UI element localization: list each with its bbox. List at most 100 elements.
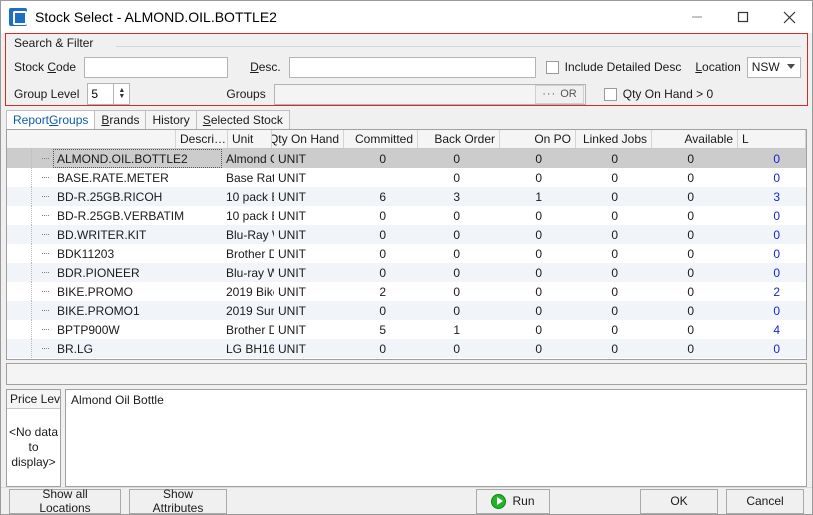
grid-col-on-po[interactable]: On PO xyxy=(500,130,576,148)
cell-com: 0 xyxy=(390,263,464,282)
row-tree-indent xyxy=(7,206,53,225)
cell-avail: 0 xyxy=(698,225,784,244)
row-tree-indent xyxy=(7,320,53,339)
price-level-panel[interactable]: Price Lev <No data to display> xyxy=(6,389,61,487)
tab-brands[interactable]: Brands xyxy=(94,110,146,129)
stock-select-window: Stock Select - ALMOND.OIL.BOTTLE2 Search… xyxy=(0,0,813,515)
cell-avail: 3 xyxy=(698,187,784,206)
price-level-header[interactable]: Price Lev xyxy=(7,390,60,409)
cell-desc: Brother D xyxy=(222,244,274,263)
include-detailed-desc-label: Include Detailed Desc xyxy=(565,60,682,74)
cell-bo: 0 xyxy=(464,206,546,225)
cell-lj: 0 xyxy=(622,168,698,187)
maximize-icon[interactable] xyxy=(720,1,766,33)
cell-desc: 10 pack B xyxy=(222,187,274,206)
table-row[interactable]: BIKE.PROMO2019 BikeUNIT200002 xyxy=(7,282,806,301)
desc-label: Desc. xyxy=(250,60,281,74)
run-button-label: Run xyxy=(512,494,534,508)
table-row[interactable]: BDK11203Brother DUNIT000000 xyxy=(7,244,806,263)
cell-com: 0 xyxy=(390,168,464,187)
cell-unit: UNIT xyxy=(274,244,318,263)
grid-col-unit[interactable]: Unit xyxy=(228,130,272,148)
spinner-icon[interactable]: ▲▼ xyxy=(113,83,130,105)
dialog-buttons: OK Cancel xyxy=(640,489,804,514)
cell-unit: UNIT xyxy=(274,301,318,320)
ok-button[interactable]: OK xyxy=(640,489,718,514)
grid-col-committed[interactable]: Committed xyxy=(344,130,418,148)
play-icon xyxy=(491,494,506,509)
cell-qoh: 5 xyxy=(318,320,390,339)
cell-last xyxy=(784,206,806,225)
table-row[interactable]: BD-R.25GB.VERBATIM10 pack BUNIT000000 xyxy=(7,206,806,225)
cell-bo: 0 xyxy=(464,301,546,320)
cell-qoh: 0 xyxy=(318,301,390,320)
table-row[interactable]: BASE.RATE.METERBase RateUNIT00000 xyxy=(7,168,806,187)
minimize-icon[interactable] xyxy=(674,1,720,33)
tab-selected-stock[interactable]: Selected Stock xyxy=(196,110,290,129)
table-row[interactable]: BIKE.PROMO12019 SumUNIT000000 xyxy=(7,301,806,320)
qty-on-hand-checkbox[interactable] xyxy=(604,88,617,101)
groups-label: Groups xyxy=(226,87,265,101)
title-bar: Stock Select - ALMOND.OIL.BOTTLE2 xyxy=(1,1,812,33)
grid-col-available[interactable]: Available xyxy=(652,130,738,148)
cell-qoh: 0 xyxy=(318,263,390,282)
window-title: Stock Select - ALMOND.OIL.BOTTLE2 xyxy=(35,9,674,25)
row-tree-indent xyxy=(7,244,53,263)
run-button[interactable]: Run xyxy=(476,489,550,514)
desc-input[interactable] xyxy=(289,57,536,78)
price-level-empty-message: <No data to display> xyxy=(7,409,60,486)
cell-avail: 0 xyxy=(698,301,784,320)
groups-input[interactable]: ··· OR xyxy=(274,84,586,105)
cell-bo: 0 xyxy=(464,244,546,263)
grid-col-linked-jobs[interactable]: Linked Jobs xyxy=(576,130,652,148)
show-attributes-button[interactable]: Show Attributes xyxy=(129,489,227,514)
cell-lj: 0 xyxy=(622,301,698,320)
table-row[interactable]: ALMOND.OIL.BOTTLE2Almond OUNIT000000 xyxy=(7,149,806,168)
cell-bo: 0 xyxy=(464,149,546,168)
cell-unit: UNIT xyxy=(274,320,318,339)
include-detailed-desc-checkbox[interactable] xyxy=(546,61,559,74)
cell-unit: UNIT xyxy=(274,282,318,301)
row-tree-indent xyxy=(7,301,53,320)
cancel-button[interactable]: Cancel xyxy=(726,489,804,514)
groups-or-button[interactable]: ··· OR xyxy=(535,85,584,104)
cell-qoh: 0 xyxy=(318,225,390,244)
cell-onpo: 0 xyxy=(546,339,622,358)
grid-col-back-order[interactable]: Back Order xyxy=(418,130,500,148)
stock-grid[interactable]: Code Descri… Unit Qty On Hand Committed … xyxy=(6,129,807,360)
grid-col-last[interactable]: L xyxy=(738,130,806,148)
cell-unit: UNIT xyxy=(274,168,318,187)
show-all-locations-button[interactable]: Show all Locations xyxy=(9,489,121,514)
cell-avail: 0 xyxy=(698,339,784,358)
cell-last xyxy=(784,168,806,187)
tab-history[interactable]: History xyxy=(145,110,196,129)
grid-header-row: Code Descri… Unit Qty On Hand Committed … xyxy=(7,130,806,149)
tab-report-groups[interactable]: Report Groups xyxy=(6,110,95,129)
table-row[interactable]: BPTP900WBrother DUNIT510004 xyxy=(7,320,806,339)
run-button-wrap: Run xyxy=(476,489,550,514)
table-row[interactable]: BD-R.25GB.RICOH10 pack BUNIT631003 xyxy=(7,187,806,206)
table-row[interactable]: BR.LGLG BH16NUNIT000000 xyxy=(7,339,806,358)
grid-col-qty-on-hand[interactable]: Qty On Hand xyxy=(272,130,344,148)
cell-code: BASE.RATE.METER xyxy=(53,168,222,187)
cell-onpo: 0 xyxy=(546,282,622,301)
cell-avail: 0 xyxy=(698,149,784,168)
cell-desc: 10 pack B xyxy=(222,206,274,225)
table-row[interactable]: BDR.PIONEERBlu-ray WUNIT000000 xyxy=(7,263,806,282)
stock-code-input[interactable] xyxy=(84,57,228,78)
group-level-stepper[interactable]: ▲▼ xyxy=(87,83,130,105)
cell-onpo: 0 xyxy=(546,206,622,225)
cell-last xyxy=(784,339,806,358)
location-select[interactable]: NSW xyxy=(747,57,801,78)
grid-col-tree[interactable] xyxy=(7,130,53,148)
cell-bo: 0 xyxy=(464,168,546,187)
group-level-input[interactable] xyxy=(87,83,113,105)
grid-col-description[interactable]: Descri… xyxy=(176,130,228,148)
row-tree-indent xyxy=(7,263,53,282)
tab-bar: Report Groups Brands History Selected St… xyxy=(1,110,812,129)
table-row[interactable]: BD.WRITER.KITBlu-Ray WUNIT000000 xyxy=(7,225,806,244)
cell-qoh: 0 xyxy=(318,339,390,358)
close-icon[interactable] xyxy=(766,1,812,33)
row-tree-indent xyxy=(7,187,53,206)
cell-last xyxy=(784,301,806,320)
